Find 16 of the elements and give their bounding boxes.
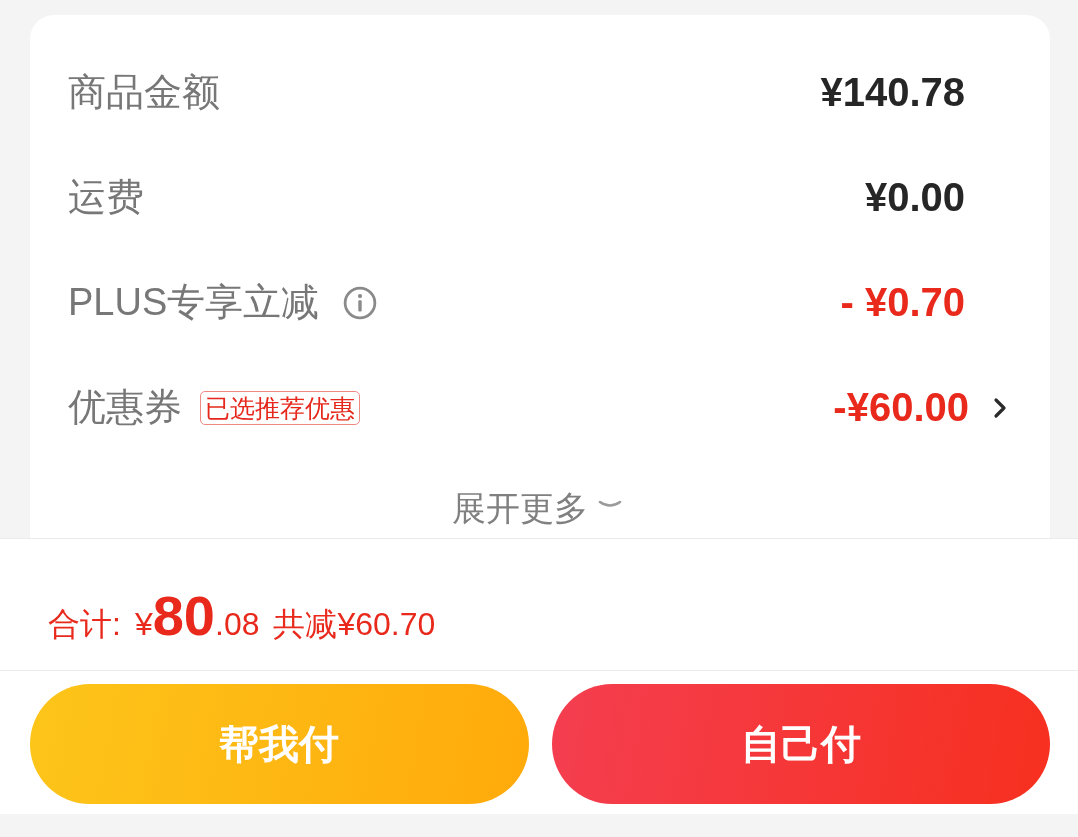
amount-value: ¥0.00 [864,175,965,220]
amount-value: - ¥0.70 [840,280,965,325]
info-icon[interactable] [343,285,378,320]
row-label: 优惠券 [68,384,182,430]
amount-value: ¥140.78 [820,70,965,115]
savings-amount: 共减¥60.70 [273,605,436,644]
row-label: 运费 [68,174,144,220]
row-label: PLUS专享立减 [68,279,320,325]
pay-myself-button[interactable]: 自己付 [551,684,1050,804]
total-price: ¥80.08 [134,583,260,648]
row-label: 商品金额 [68,69,220,115]
chevron-right-icon[interactable] [993,396,1007,419]
expand-more-button[interactable]: 展开更多 [451,488,622,528]
coupon-tag: 已选推荐优惠 [200,390,360,425]
total-label: 合计: [48,605,121,644]
amount-value: -¥60.00 [833,385,969,430]
